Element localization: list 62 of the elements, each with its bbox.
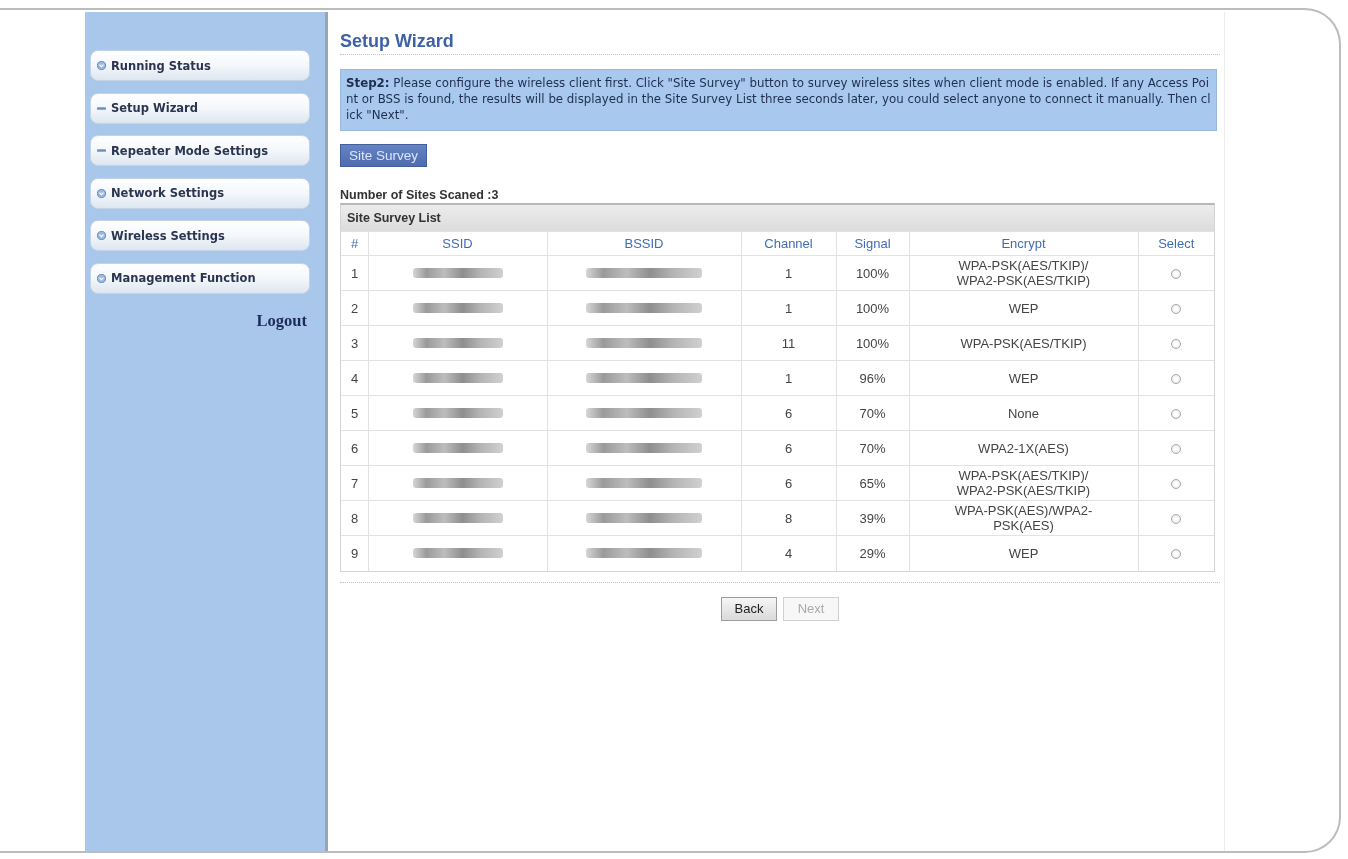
table-cell: 96% — [836, 360, 909, 396]
table-cell: 1 — [741, 290, 836, 326]
table-title: Site Survey List — [341, 205, 1214, 231]
column-header: Signal — [836, 231, 909, 256]
table-cell: 2 — [341, 290, 368, 326]
menu-item[interactable]: Setup Wizard — [90, 92, 310, 124]
menu-item[interactable]: Running Status — [90, 50, 310, 81]
site-survey-button[interactable]: Site Survey — [340, 144, 428, 167]
menu-item[interactable]: Wireless Settings — [90, 220, 310, 251]
table-cell: WPA-PSK(AES/TKIP) — [909, 325, 1138, 361]
table-cell: 1 — [741, 255, 836, 291]
table-cell: 70% — [836, 395, 909, 431]
table-cell: 4 — [341, 360, 368, 396]
radio-button[interactable] — [1171, 269, 1182, 280]
table-cell: 100% — [836, 290, 909, 326]
radio-button[interactable] — [1171, 409, 1182, 420]
table-cell: 6 — [741, 465, 836, 501]
menu-item[interactable]: Network Settings — [90, 177, 310, 209]
table-cell: WPA-PSK(AES)/WPA2-PSK(AES) — [909, 500, 1138, 536]
menu-item[interactable]: Management Function — [90, 262, 310, 294]
table-cell: None — [909, 395, 1138, 431]
table-cell: 9 — [341, 535, 368, 571]
table-cell: 6 — [741, 395, 836, 431]
table-cell: 70% — [836, 430, 909, 466]
table-cell: 7 — [341, 465, 368, 501]
table-cell: 5 — [341, 395, 368, 431]
table-cell: WPA-PSK(AES/TKIP)/WPA2-PSK(AES/TKIP) — [909, 255, 1138, 291]
column-header: Select — [1138, 231, 1214, 256]
table-cell: 8 — [341, 500, 368, 536]
column-header: Channel — [741, 231, 836, 256]
table-cell: WPA-PSK(AES/TKIP)/WPA2-PSK(AES/TKIP) — [909, 465, 1138, 501]
logout-link[interactable]: Logout — [256, 311, 307, 331]
column-header: BSSID — [547, 231, 741, 256]
radio-button[interactable] — [1171, 514, 1182, 525]
table-cell: 11 — [741, 325, 836, 361]
radio-button[interactable] — [1171, 479, 1182, 490]
table-cell: 1 — [741, 360, 836, 396]
table-cell: 65% — [836, 465, 909, 501]
table-cell: WEP — [909, 360, 1138, 396]
table-cell: 1 — [341, 255, 368, 291]
table-cell: 100% — [836, 255, 909, 291]
table-cell: 39% — [836, 500, 909, 536]
radio-button[interactable] — [1171, 304, 1182, 315]
page-title: Setup Wizard — [340, 31, 454, 52]
sites-count-text: Number of Sites Scaned :3 — [340, 189, 499, 202]
column-header: SSID — [368, 231, 547, 256]
wizard-button[interactable]: Back — [721, 596, 777, 621]
column-header: # — [341, 231, 368, 256]
table-cell: 3 — [341, 325, 368, 361]
column-header: Encrypt — [909, 231, 1138, 256]
radio-button[interactable] — [1171, 374, 1182, 385]
table-cell: 100% — [836, 325, 909, 361]
table-cell: 8 — [741, 500, 836, 536]
table-cell: WEP — [909, 290, 1138, 326]
radio-button[interactable] — [1171, 444, 1182, 455]
radio-button[interactable] — [1171, 339, 1182, 350]
instruction-text: Step2: Please configure the wireless client first. Click "Site Survey" button to survey wireless sites when client mode is enabled. If any Access Point or BSS is found, the results will be displayed in the Site Survey List three seconds later, you could select anyone to connect it manually. Then click "Next". — [340, 69, 1217, 131]
radio-button[interactable] — [1171, 549, 1182, 560]
menu-item[interactable]: Repeater Mode Settings — [90, 135, 310, 166]
table-cell: 6 — [741, 430, 836, 466]
table-cell: WPA2-1X(AES) — [909, 430, 1138, 466]
table-cell: 6 — [341, 430, 368, 466]
